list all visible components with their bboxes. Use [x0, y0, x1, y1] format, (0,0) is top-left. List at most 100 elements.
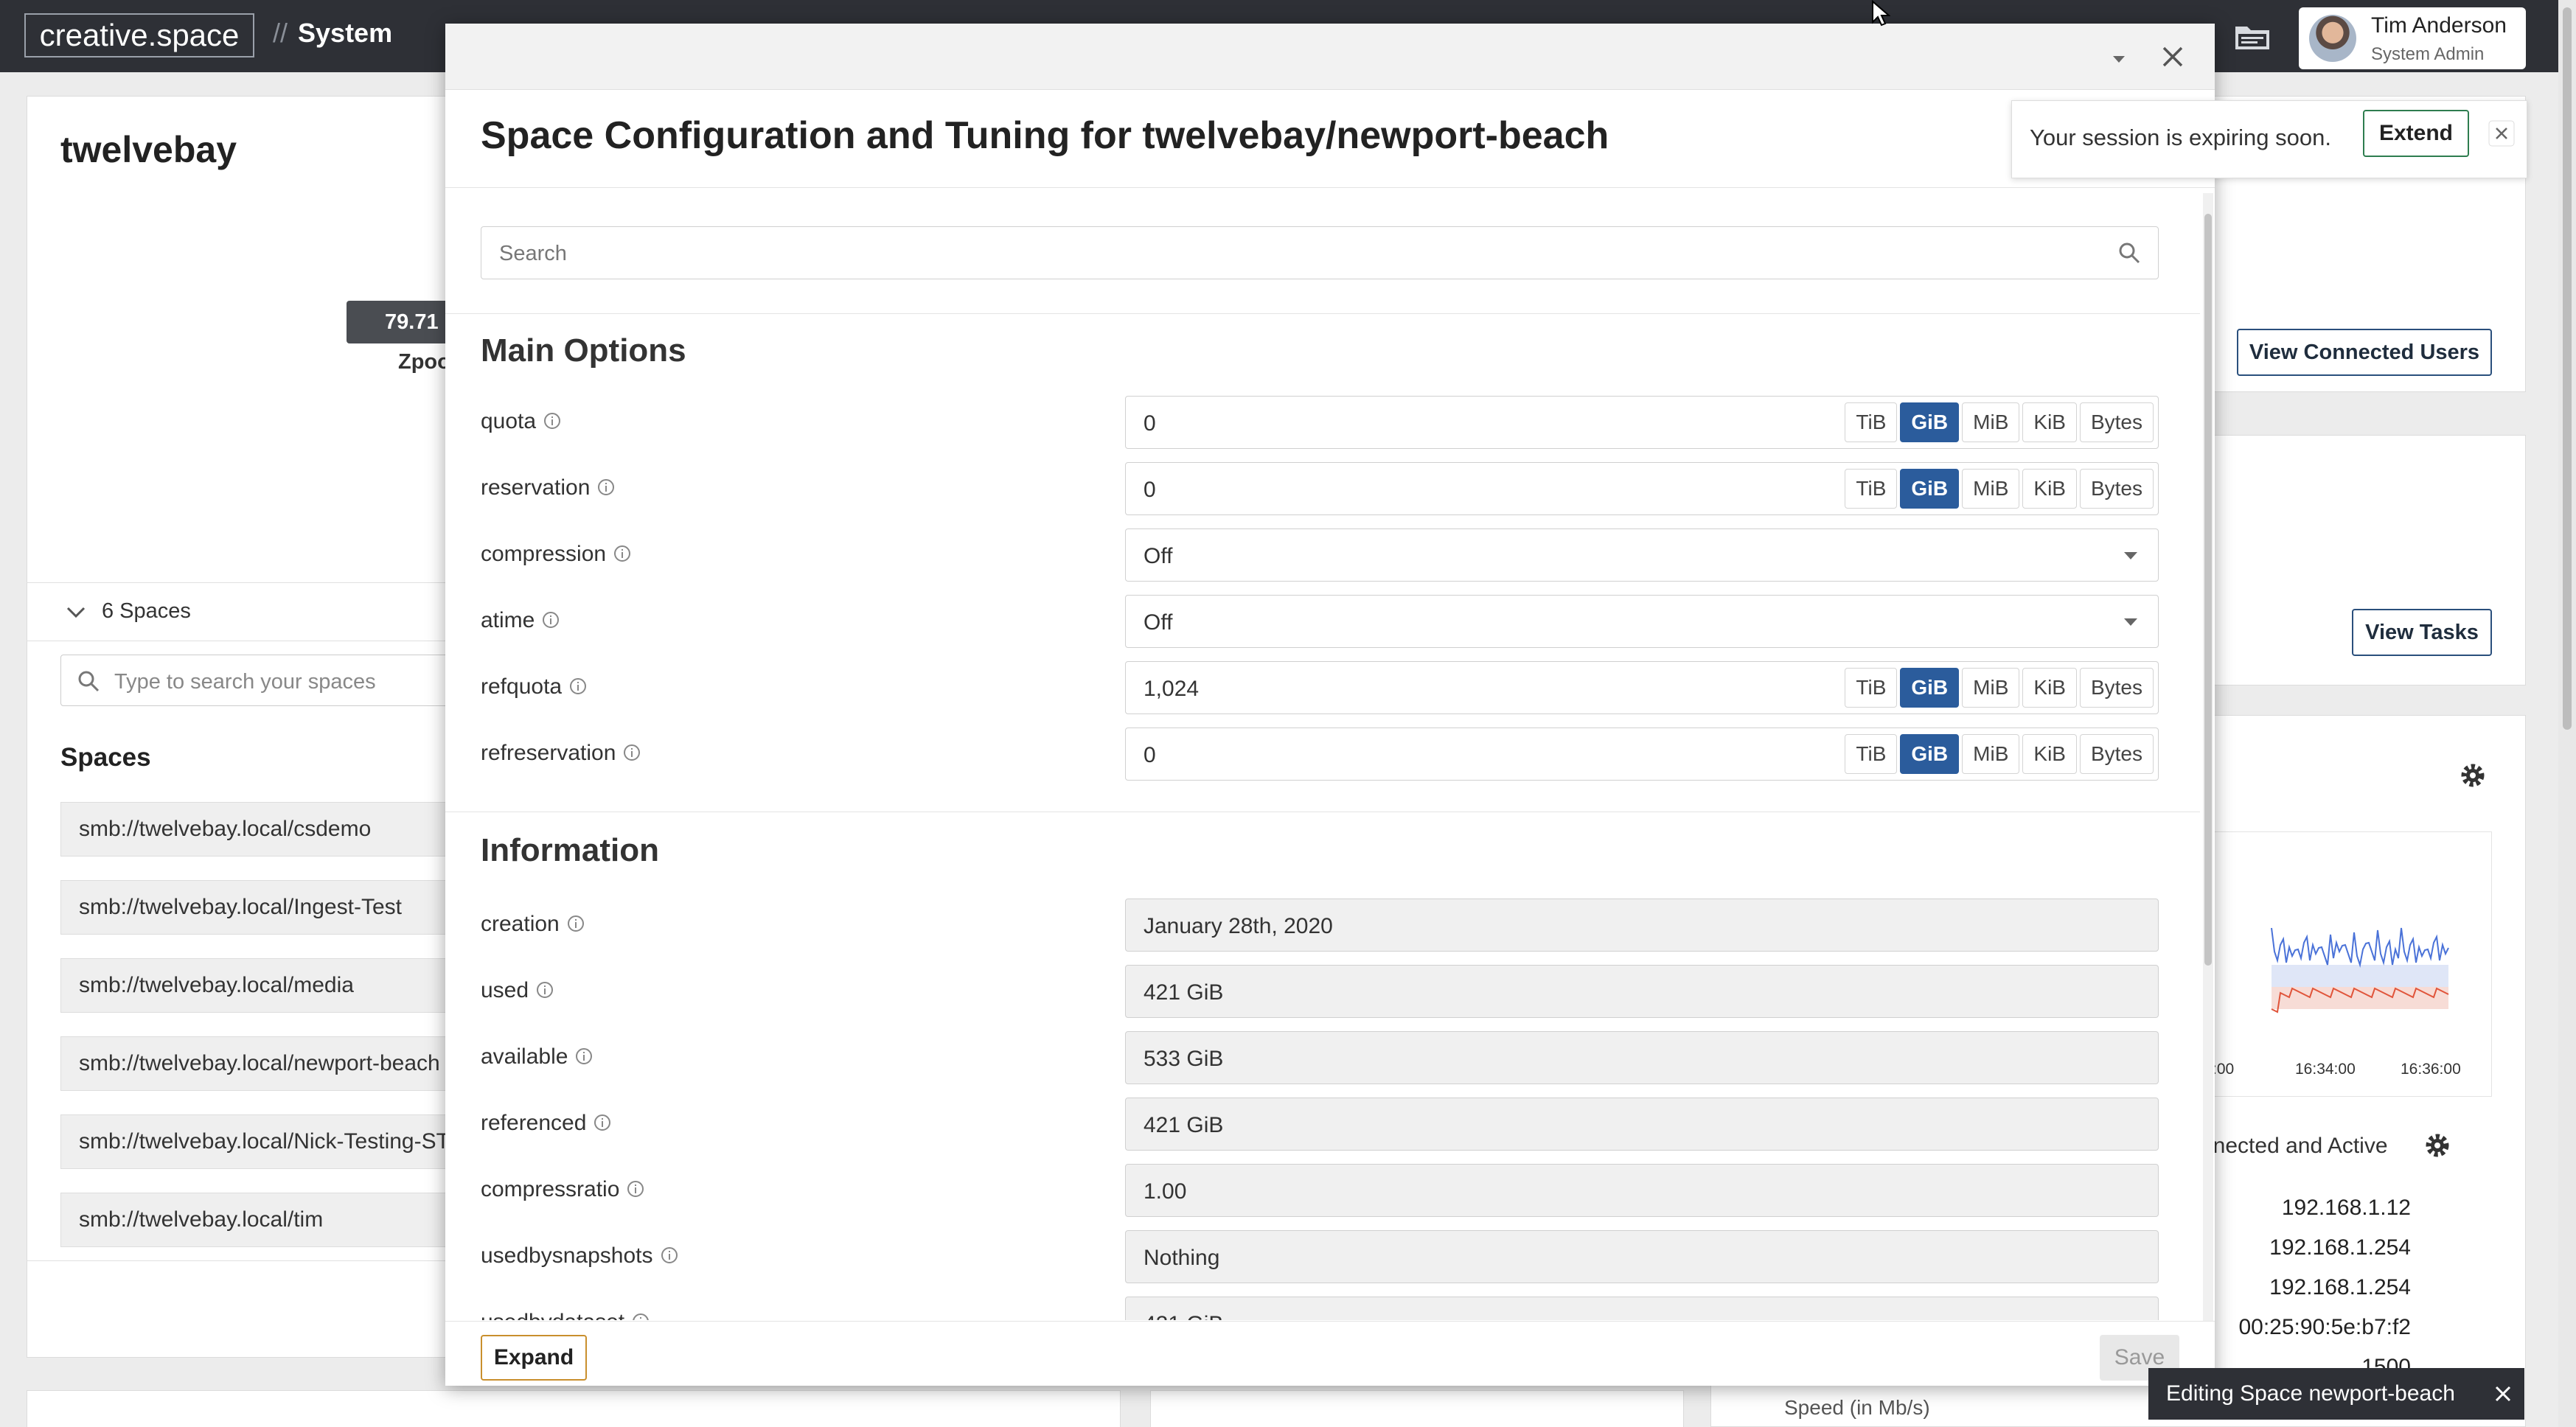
- unit-button-gib[interactable]: GiB: [1900, 668, 1960, 708]
- info-icon[interactable]: [569, 677, 587, 695]
- scrollbar-thumb[interactable]: [2563, 7, 2572, 730]
- unit-button-bytes[interactable]: Bytes: [2079, 668, 2154, 708]
- option-label: compression: [481, 542, 631, 567]
- unit-button-mib[interactable]: MiB: [1962, 469, 2020, 509]
- info-icon[interactable]: [597, 478, 615, 496]
- folder-icon[interactable]: [2234, 22, 2271, 52]
- expand-button[interactable]: Expand: [481, 1335, 587, 1381]
- bottom-panel: [27, 1390, 1121, 1427]
- editing-status-bar: Editing Space newport-beach: [2148, 1368, 2524, 1420]
- network-value: 192.168.1.254: [2269, 1275, 2411, 1299]
- info-icon[interactable]: [632, 1313, 650, 1320]
- app-logo[interactable]: creative.space: [24, 13, 254, 57]
- space-row[interactable]: smb://twelvebay.local/Ingest-Test: [60, 880, 473, 935]
- view-tasks-button[interactable]: View Tasks: [2352, 609, 2492, 656]
- usage-badge: 79.71: [347, 301, 450, 343]
- unit-button-bytes[interactable]: Bytes: [2079, 734, 2154, 774]
- space-row[interactable]: smb://twelvebay.local/Nick-Testing-ST: [60, 1114, 473, 1169]
- gear-icon[interactable]: [2423, 1131, 2452, 1160]
- throughput-chart-plot: [2271, 927, 2449, 1013]
- info-icon[interactable]: [627, 1180, 644, 1198]
- modal-body[interactable]: Search Main Options quota 0 TiB GiB MiB KiB By…: [445, 188, 2200, 1320]
- view-connected-users-button[interactable]: View Connected Users: [2237, 329, 2492, 376]
- gear-icon[interactable]: [2458, 761, 2488, 790]
- unit-button-kib[interactable]: KiB: [2022, 734, 2077, 774]
- info-label: creation: [481, 912, 585, 937]
- atime-select[interactable]: Off: [1125, 595, 2159, 648]
- unit-selector: TiB GiB MiB KiB Bytes: [1845, 734, 2154, 774]
- unit-button-gib[interactable]: GiB: [1900, 402, 1960, 442]
- space-row[interactable]: smb://twelvebay.local/newport-beach: [60, 1036, 473, 1091]
- close-icon[interactable]: [2490, 1381, 2516, 1406]
- unit-button-gib[interactable]: GiB: [1900, 734, 1960, 774]
- info-icon[interactable]: [613, 545, 631, 562]
- space-row[interactable]: smb://twelvebay.local/tim: [60, 1193, 473, 1247]
- close-icon[interactable]: [2157, 41, 2188, 72]
- info-label-text: usedbysnapshots: [481, 1243, 653, 1268]
- unit-button-bytes[interactable]: Bytes: [2079, 469, 2154, 509]
- unit-button-kib[interactable]: KiB: [2022, 402, 2077, 442]
- option-value: 1,024: [1143, 677, 1200, 701]
- search-icon: [78, 671, 100, 692]
- unit-button-mib[interactable]: MiB: [1962, 668, 2020, 708]
- info-icon[interactable]: [623, 744, 641, 761]
- spaces-toggle[interactable]: 6 Spaces: [27, 582, 462, 641]
- refquota-input[interactable]: 1,024 TiB GiB MiB KiB Bytes: [1125, 661, 2159, 714]
- close-icon[interactable]: [2488, 120, 2515, 147]
- unit-button-mib[interactable]: MiB: [1962, 734, 2020, 774]
- option-label-text: compression: [481, 542, 607, 566]
- session-toast: Your session is expiring soon. Extend: [2011, 100, 2527, 178]
- information-heading: Information: [481, 832, 659, 868]
- breadcrumb-section[interactable]: System: [298, 18, 392, 48]
- option-label-text: reservation: [481, 475, 591, 500]
- option-label-text: atime: [481, 608, 535, 632]
- info-icon[interactable]: [575, 1047, 593, 1065]
- network-value: 192.168.1.254: [2269, 1235, 2411, 1260]
- unit-button-mib[interactable]: MiB: [1962, 402, 2020, 442]
- unit-button-kib[interactable]: KiB: [2022, 668, 2077, 708]
- scrollbar-thumb[interactable]: [2204, 214, 2212, 966]
- caret-down-icon[interactable]: [2106, 46, 2132, 72]
- space-row[interactable]: smb://twelvebay.local/csdemo: [60, 802, 473, 856]
- option-label-text: refquota: [481, 674, 563, 699]
- unit-button-kib[interactable]: KiB: [2022, 469, 2077, 509]
- unit-button-bytes[interactable]: Bytes: [2079, 402, 2154, 442]
- modal-scrollbar[interactable]: [2203, 193, 2213, 1321]
- info-icon[interactable]: [593, 1114, 611, 1131]
- unit-button-gib[interactable]: GiB: [1900, 469, 1960, 509]
- info-label: compressratio: [481, 1177, 644, 1202]
- info-label-text: used: [481, 978, 529, 1002]
- modal-title: Space Configuration and Tuning for twelv…: [481, 114, 1609, 157]
- refreservation-input[interactable]: 0 TiB GiB MiB KiB Bytes: [1125, 728, 2159, 781]
- info-icon[interactable]: [543, 412, 561, 430]
- info-icon[interactable]: [567, 915, 585, 932]
- info-label: usedbydataset: [481, 1310, 650, 1320]
- unit-button-tib[interactable]: TiB: [1845, 402, 1898, 442]
- option-value: Off: [1143, 610, 1173, 635]
- options-search-input[interactable]: Search: [481, 226, 2159, 279]
- reservation-input[interactable]: 0 TiB GiB MiB KiB Bytes: [1125, 462, 2159, 515]
- page-scrollbar[interactable]: [2558, 0, 2576, 1427]
- spaces-search-input[interactable]: Type to search your spaces: [60, 655, 473, 706]
- info-icon[interactable]: [536, 981, 554, 999]
- space-row[interactable]: smb://twelvebay.local/media: [60, 958, 473, 1013]
- search-icon: [2119, 243, 2140, 264]
- avatar: [2309, 15, 2356, 62]
- caret-down-icon: [2124, 552, 2137, 559]
- extend-button[interactable]: Extend: [2363, 110, 2469, 157]
- info-icon[interactable]: [542, 611, 560, 629]
- user-menu[interactable]: Tim Anderson System Admin: [2299, 7, 2526, 69]
- unit-button-tib[interactable]: TiB: [1845, 668, 1898, 708]
- chart-tick: :00: [2213, 1061, 2235, 1078]
- unit-button-tib[interactable]: TiB: [1845, 469, 1898, 509]
- info-icon[interactable]: [661, 1246, 678, 1264]
- spaces-count: 6 Spaces: [102, 599, 191, 623]
- info-label-text: usedbydataset: [481, 1310, 624, 1320]
- info-value: 421 GiB: [1143, 1312, 1223, 1320]
- compression-select[interactable]: Off: [1125, 528, 2159, 582]
- quota-input[interactable]: 0 TiB GiB MiB KiB Bytes: [1125, 396, 2159, 449]
- creation-readonly-field: January 28th, 2020: [1125, 899, 2159, 952]
- unit-button-tib[interactable]: TiB: [1845, 734, 1898, 774]
- bottom-panel: [1150, 1390, 1684, 1427]
- spaces-heading: Spaces: [60, 743, 151, 772]
